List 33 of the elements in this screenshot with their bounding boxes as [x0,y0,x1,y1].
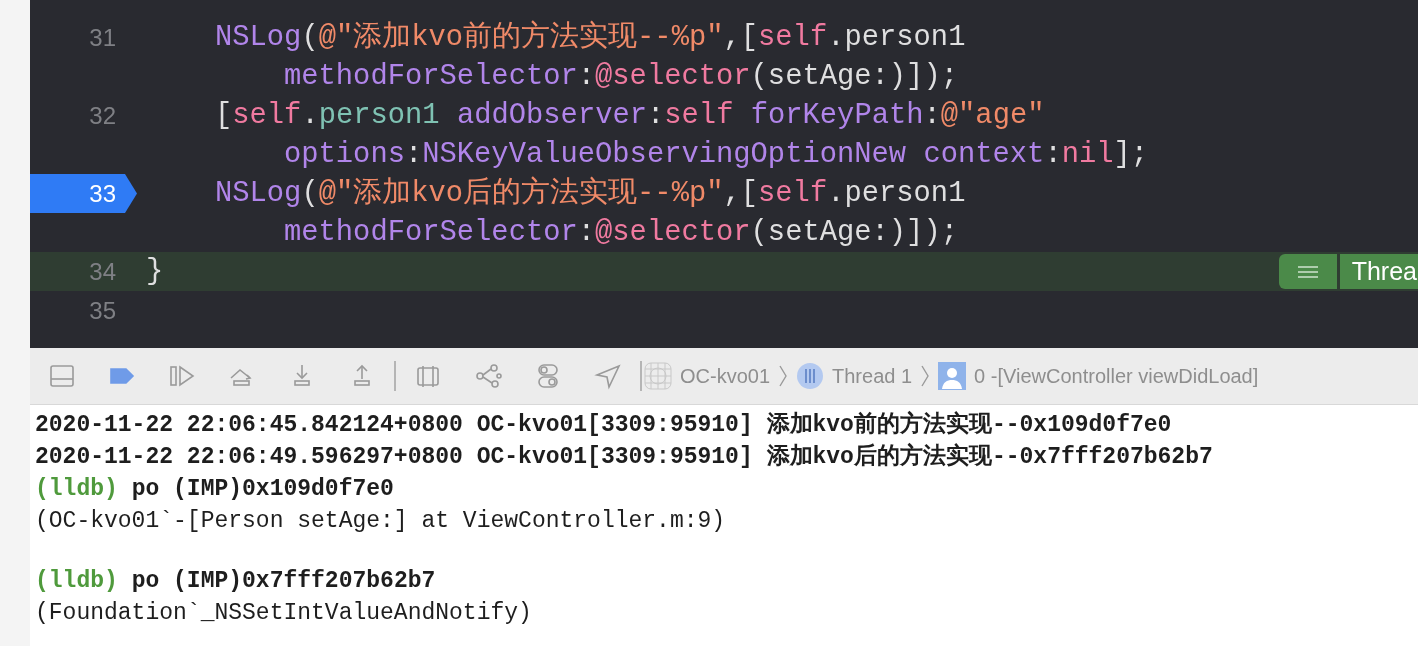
code-line: methodForSelector:@selector(setAge:)]); [283,214,958,251]
line-number: 31 [89,22,116,53]
thread-icon [796,362,825,390]
code-line: } [146,253,164,290]
graph-icon[interactable] [474,362,502,390]
breadcrumb-item[interactable]: Thread 1 [832,361,913,391]
breadcrumb-item[interactable]: 0 -[ViewController viewDidLoad] [974,361,1259,391]
console-command: (lldb) po (IMP)0x109d0f7e0 [35,474,394,504]
code-line: NSLog(@"添加kvo前的方法实现--%p",[self.person1 [214,19,966,56]
console-output: 2020-11-22 22:06:49.596297+0800 OC-kvo01[3309:95910] 添加kvo后的方法实现--0x7fff207b62b7 [35,442,1213,472]
console-result: (OC-kvo01`-[Person setAge:] at ViewController.m:9) [35,506,726,536]
app-icon [644,362,672,390]
breadcrumb-item[interactable]: OC-kvo01 [680,361,771,391]
chevron-icon [920,364,931,388]
panel-icon[interactable] [48,362,76,390]
breakpoint-marker[interactable] [30,174,137,213]
line-number: 33 [89,178,116,209]
chevron-icon [778,364,789,388]
thread-badge[interactable]: Threa [1339,254,1418,289]
code-line: methodForSelector:@selector(setAge:)]); [283,58,958,95]
console-command: (lldb) po (IMP)0x7fff207b62b7 [35,566,436,596]
code-line: [self.person1 addObserver:self forKeyPath:@"age" [214,97,1045,134]
code-line: NSLog(@"添加kvo后的方法实现--%p",[self.person1 [214,175,966,212]
console-output: 2020-11-22 22:06:45.842124+0800 OC-kvo01[3309:95910] 添加kvo前的方法实现--0x109d0f7e0 [35,410,1172,440]
menu-icon [1297,265,1318,278]
line-number: 32 [89,100,116,131]
line-number: 35 [89,295,116,326]
code-line: options:NSKeyValueObservingOptionNew context:nil]; [283,136,1149,173]
thread-badge-menu[interactable] [1278,254,1337,289]
line-number: 34 [89,256,116,287]
location-arrow-icon[interactable] [594,362,622,390]
person-icon [938,362,967,390]
console-result: (Foundation`_NSSetIntValueAndNotify) [35,598,532,628]
